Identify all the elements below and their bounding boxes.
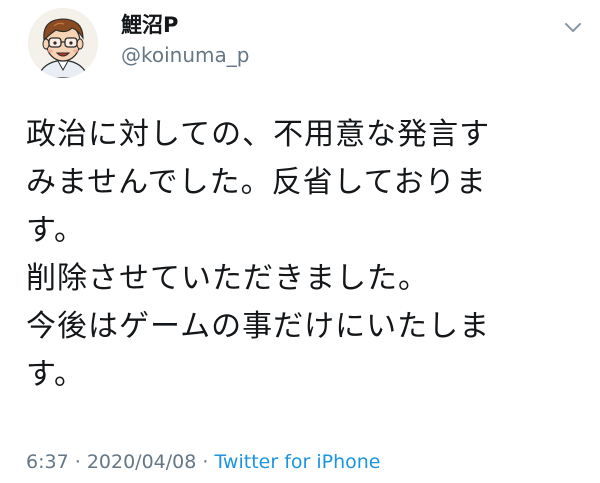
- tweet-text: 政治に対しての、不用意な発言す みませんでした。反省しておりま す。 削除させて…: [26, 117, 491, 392]
- meta-separator: ·: [202, 451, 209, 473]
- tweet-time[interactable]: 6:37: [26, 451, 69, 473]
- avatar[interactable]: [28, 8, 98, 78]
- tweet-date[interactable]: 2020/04/08: [87, 451, 197, 473]
- chevron-down-icon[interactable]: [560, 14, 586, 40]
- tweet-source-link[interactable]: Twitter for iPhone: [214, 451, 380, 473]
- tweet-card: 鯉沼P @koinuma_p 政治に対しての、不用意な発言す みませんでした。反…: [0, 0, 600, 483]
- meta-separator: ·: [74, 451, 81, 473]
- tweet-metadata: 6:37 · 2020/04/08 · Twitter for iPhone: [26, 450, 381, 474]
- display-name[interactable]: 鯉沼P: [121, 12, 249, 38]
- author-names: 鯉沼P @koinuma_p: [121, 12, 249, 68]
- avatar-illustration: [28, 8, 98, 78]
- tweet-header: 鯉沼P @koinuma_p: [28, 8, 588, 78]
- user-handle[interactable]: @koinuma_p: [121, 42, 249, 68]
